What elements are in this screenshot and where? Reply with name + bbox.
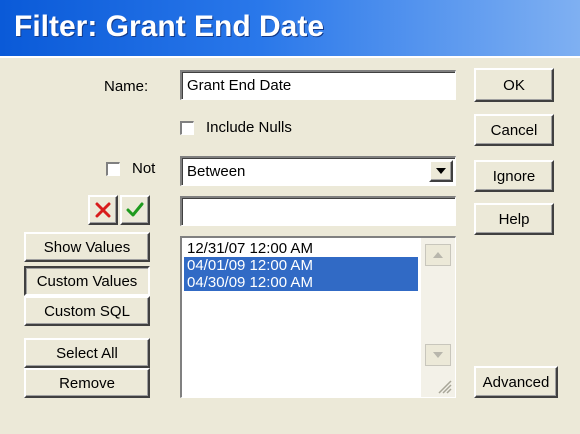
ignore-label: Ignore bbox=[492, 167, 536, 185]
help-label: Help bbox=[498, 210, 530, 228]
not-checkbox[interactable] bbox=[106, 162, 120, 176]
remove-label: Remove bbox=[59, 374, 115, 392]
reject-button[interactable] bbox=[88, 195, 118, 225]
custom-sql-button[interactable]: Custom SQL bbox=[24, 296, 150, 326]
name-field-value: Grant End Date bbox=[187, 77, 292, 94]
select-all-button[interactable]: Select All bbox=[24, 338, 150, 368]
help-button[interactable]: Help bbox=[474, 203, 554, 235]
select-all-label: Select All bbox=[56, 344, 118, 362]
operator-select-value: Between bbox=[187, 163, 246, 180]
cancel-button[interactable]: Cancel bbox=[474, 114, 554, 146]
name-field[interactable]: Grant End Date bbox=[180, 70, 456, 100]
remove-button[interactable]: Remove bbox=[24, 368, 150, 398]
name-label: Name: bbox=[104, 78, 149, 95]
values-list[interactable]: 12/31/07 12:00 AM 04/01/09 12:00 AM 04/3… bbox=[180, 236, 456, 398]
show-values-label: Show Values bbox=[43, 238, 131, 256]
window-title: Filter: Grant End Date bbox=[14, 10, 325, 43]
chevron-up-icon bbox=[433, 252, 443, 258]
vertical-scrollbar[interactable] bbox=[421, 238, 455, 397]
show-values-button[interactable]: Show Values bbox=[24, 232, 150, 262]
chevron-down-icon bbox=[436, 168, 446, 174]
chevron-down-icon bbox=[433, 352, 443, 358]
red-x-icon bbox=[95, 202, 111, 218]
custom-values-button[interactable]: Custom Values bbox=[24, 266, 150, 296]
title-bar: Filter: Grant End Date bbox=[0, 0, 580, 58]
scroll-down-button[interactable] bbox=[425, 344, 451, 366]
ok-label: OK bbox=[503, 76, 525, 94]
advanced-label: Advanced bbox=[482, 373, 550, 391]
ok-button[interactable]: OK bbox=[474, 68, 554, 102]
accept-button[interactable] bbox=[120, 195, 150, 225]
custom-values-label: Custom Values bbox=[36, 272, 138, 290]
include-nulls-checkbox[interactable] bbox=[180, 121, 194, 135]
include-nulls-label: Include Nulls bbox=[206, 119, 292, 136]
ignore-button[interactable]: Ignore bbox=[474, 160, 554, 192]
list-item[interactable]: 04/30/09 12:00 AM bbox=[184, 274, 418, 291]
value-input[interactable] bbox=[180, 196, 456, 226]
operator-dropdown-button[interactable] bbox=[429, 160, 453, 182]
not-label: Not bbox=[132, 160, 156, 177]
advanced-button[interactable]: Advanced bbox=[474, 366, 558, 398]
green-check-icon bbox=[126, 202, 144, 217]
operator-select[interactable]: Between bbox=[180, 156, 456, 186]
list-item[interactable]: 04/01/09 12:00 AM bbox=[184, 257, 418, 274]
scroll-up-button[interactable] bbox=[425, 244, 451, 266]
list-item[interactable]: 12/31/07 12:00 AM bbox=[184, 240, 418, 257]
custom-sql-label: Custom SQL bbox=[44, 302, 130, 320]
resize-grip-icon[interactable] bbox=[436, 378, 452, 394]
cancel-label: Cancel bbox=[490, 121, 538, 139]
